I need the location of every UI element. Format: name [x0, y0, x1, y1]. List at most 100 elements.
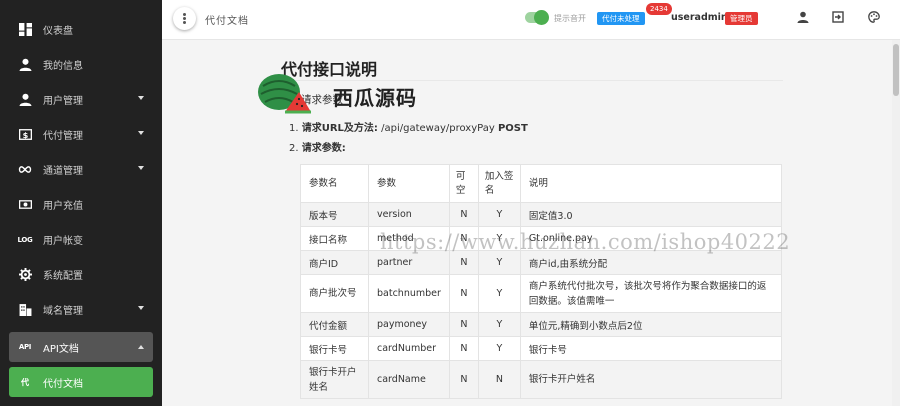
- sidebar-item-domain-management[interactable]: 域名管理: [0, 292, 162, 327]
- api-icon-text: API: [18, 343, 32, 351]
- sidebar-item-label: 我的信息: [43, 61, 83, 72]
- sidebar-item-label: 用户帐变: [43, 236, 83, 247]
- chevron-up-icon: [138, 345, 144, 349]
- table-row: 代付金额 paymoney N Y 单位元,精确到小数点后2位: [300, 312, 783, 337]
- username: useradmin: [671, 12, 728, 23]
- table-cell: 商户批次号: [300, 274, 369, 313]
- table-cell: N: [448, 312, 479, 337]
- table-row: 商户ID partner N Y 商户id,由系统分配: [300, 250, 783, 275]
- sidebar-subitem-label: 代付文档: [43, 378, 83, 390]
- svg-text:$: $: [22, 130, 28, 140]
- chevron-down-icon: [138, 96, 144, 100]
- topbar: 代付文档 提示音开 代付未处理 2434 useradmin 管理员: [162, 0, 900, 40]
- table-cell: cardName: [368, 360, 450, 399]
- table-cell: 版本号: [300, 202, 369, 227]
- table-cell: 银行卡号: [300, 336, 369, 361]
- payout-docs-icon: 代: [21, 377, 29, 387]
- step-label: 请求URL及方法:: [301, 123, 378, 134]
- sidebar-item-channel-management[interactable]: 通道管理: [0, 152, 162, 187]
- step-params: 2. 请求参数:: [289, 139, 346, 154]
- dollar-icon: $: [18, 128, 32, 142]
- table-cell: version: [368, 202, 450, 227]
- pending-payout-button[interactable]: 代付未处理: [597, 12, 645, 25]
- sidebar-item-payout-management[interactable]: $ 代付管理: [0, 117, 162, 152]
- table-cell: paymoney: [368, 312, 450, 337]
- table-cell: N: [448, 250, 479, 275]
- chevron-down-icon: [138, 131, 144, 135]
- main-scrollbar[interactable]: [892, 40, 900, 406]
- sidebar-subitem-payout-docs[interactable]: 代 代付文档: [9, 367, 153, 397]
- table-cell: 银行卡号: [519, 336, 783, 361]
- chevron-down-icon: [138, 306, 144, 310]
- profile-icon[interactable]: [796, 10, 810, 24]
- table-cell: 代付金额: [300, 312, 369, 337]
- watermark-brand: 西瓜源码: [333, 86, 417, 110]
- sidebar-item-label: 用户管理: [43, 96, 83, 107]
- sidebar-item-label: 系统配置: [43, 271, 83, 282]
- table-cell: N: [448, 336, 479, 361]
- log-icon-text: LOG: [17, 235, 33, 244]
- table-cell: 商户id,由系统分配: [519, 250, 783, 275]
- dashboard-icon: [18, 23, 32, 37]
- watermark-url: https://www.huzhan.com/ishop40222: [380, 230, 791, 254]
- table-cell: N: [477, 360, 521, 399]
- sound-toggle-label: 提示音开: [554, 14, 586, 23]
- table-cell: Y: [477, 336, 521, 361]
- api-icon: API: [18, 340, 32, 354]
- sidebar-item-label: 仪表盘: [43, 26, 73, 37]
- column-header: 参数: [368, 164, 450, 203]
- step-number: 2.: [289, 143, 299, 154]
- sound-toggle[interactable]: [525, 10, 549, 25]
- table-cell: N: [448, 360, 479, 399]
- sidebar-item-label: 代付管理: [43, 131, 83, 142]
- sidebar-item-my-info[interactable]: 我的信息: [0, 47, 162, 82]
- table-cell: 接口名称: [300, 226, 369, 251]
- main-content: 代付接口说明 请求参数 西瓜源码 1. 请求URL及方法: /api/gatew…: [162, 40, 892, 406]
- table-cell: Y: [477, 312, 521, 337]
- table-row: 银行卡号 cardNumber N Y 银行卡号: [300, 336, 783, 361]
- table-row: 银行卡开户姓名 cardName N N 银行卡开户姓名: [300, 360, 783, 399]
- table-cell: 单位元,精确到小数点后2位: [519, 312, 783, 337]
- table-cell: cardNumber: [368, 336, 450, 361]
- params-table: 参数名 参数 可空 加入签名 说明 版本号 version N Y 固定值3.0…: [300, 164, 783, 399]
- table-cell: 商户ID: [300, 250, 369, 275]
- watermelon-logo: [258, 74, 311, 114]
- title-divider: [281, 80, 783, 81]
- column-header: 可空: [448, 164, 479, 203]
- sidebar-item-dashboard[interactable]: 仪表盘: [0, 12, 162, 47]
- logout-icon[interactable]: [831, 10, 845, 24]
- api-path: /api/gateway/proxyPay: [381, 123, 495, 134]
- sidebar-item-user-recharge[interactable]: 用户充值: [0, 187, 162, 222]
- column-header: 参数名: [300, 164, 369, 203]
- pending-count-badge: 2434: [646, 3, 672, 15]
- table-cell: Y: [477, 274, 521, 313]
- person-icon: [18, 93, 32, 107]
- sidebar-item-account-changes[interactable]: LOG 用户帐变: [0, 222, 162, 257]
- person-icon: [18, 58, 32, 72]
- more-vert-icon: [183, 17, 186, 20]
- gear-icon: [18, 268, 32, 282]
- sidebar-item-label: 域名管理: [43, 306, 83, 317]
- menu-button[interactable]: [173, 7, 196, 30]
- table-cell: partner: [368, 250, 450, 275]
- table-cell: 固定值3.0: [519, 202, 783, 227]
- log-icon: LOG: [17, 233, 33, 247]
- page-title: 代付文档: [205, 16, 249, 27]
- table-cell: Y: [477, 250, 521, 275]
- table-header-row: 参数名 参数 可空 加入签名 说明: [300, 164, 783, 203]
- role-badge: 管理员: [725, 12, 758, 25]
- scrollbar-thumb[interactable]: [893, 44, 899, 96]
- sidebar: 仪表盘 我的信息 用户管理 $ 代付管理 通道管理 用户充值 LOG 用户帐变 …: [0, 0, 162, 406]
- step-number: 1.: [289, 123, 299, 134]
- table-cell: N: [448, 274, 479, 313]
- sidebar-item-system-config[interactable]: 系统配置: [0, 257, 162, 292]
- table-cell: N: [448, 202, 479, 227]
- sidebar-item-user-management[interactable]: 用户管理: [0, 82, 162, 117]
- theme-icon[interactable]: [867, 10, 881, 24]
- table-cell: 银行卡开户姓名: [300, 360, 369, 399]
- table-row: 商户批次号 batchnumber N Y 商户系统代付批次号，该批次号将作为聚…: [300, 274, 783, 313]
- sidebar-item-api-docs[interactable]: API API文档: [9, 332, 153, 362]
- chevron-down-icon: [138, 166, 144, 170]
- sidebar-item-label: 通道管理: [43, 166, 83, 177]
- column-header: 加入签名: [477, 164, 521, 203]
